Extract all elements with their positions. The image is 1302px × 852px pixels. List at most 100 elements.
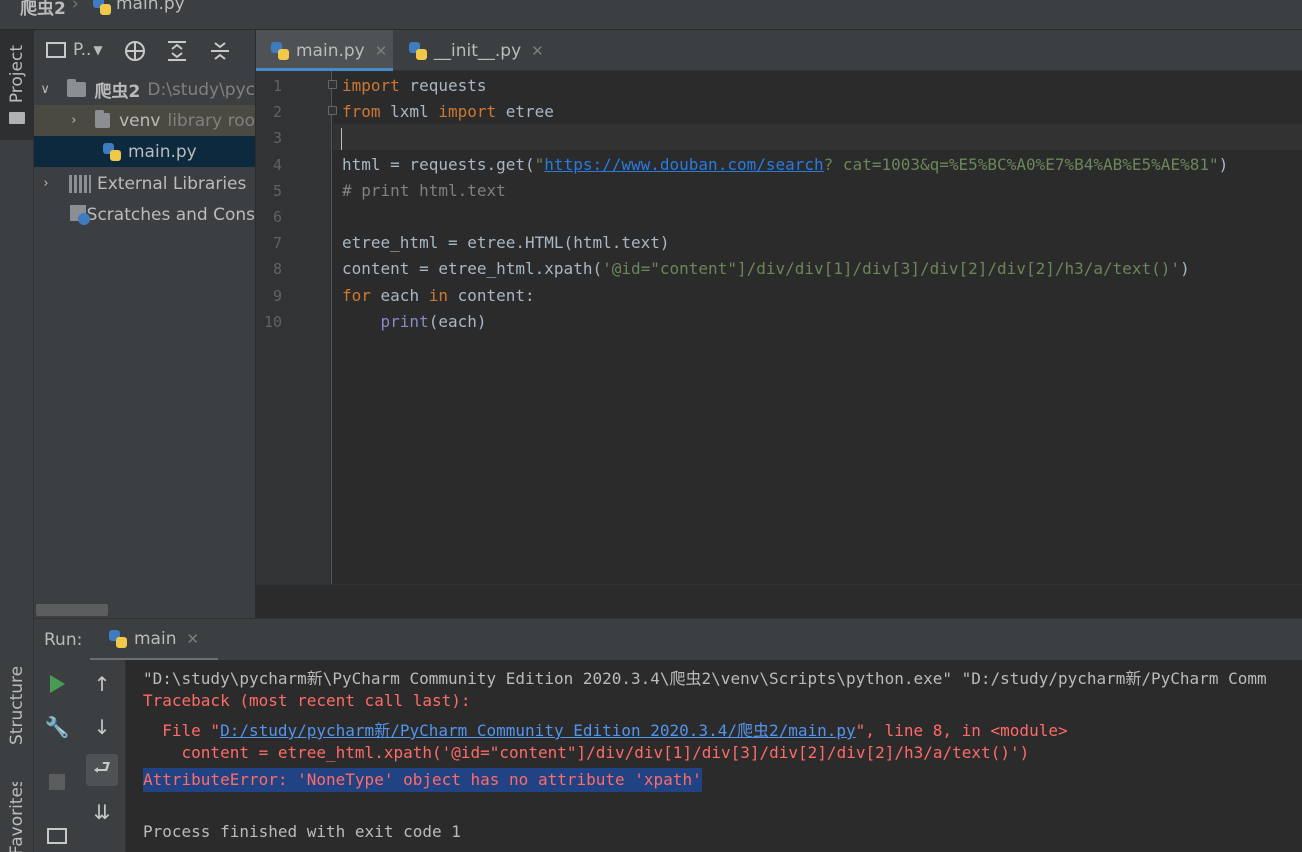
venv-name: venv (119, 110, 161, 131)
line-number: 4 (272, 156, 282, 174)
console-error-line: AttributeError: 'NoneType' object has no… (143, 768, 702, 792)
tree-item-venv[interactable]: › venv library roo (34, 105, 255, 136)
close-icon[interactable]: ✕ (186, 630, 199, 648)
favorites-tool-tab[interactable]: Favorites (0, 782, 34, 852)
stop-button[interactable] (41, 766, 73, 798)
project-view-selector[interactable]: P.. ▼ (46, 40, 103, 60)
project-tool-tab[interactable]: Project (0, 30, 34, 140)
project-toolbar: P.. ▼ (34, 30, 255, 72)
console-finished-line: Process finished with exit code 1 (143, 822, 461, 841)
code-line-5: # print html.text (342, 181, 506, 200)
python-file-icon (270, 41, 290, 61)
console-traceback-line: Traceback (most recent call last): (143, 691, 471, 710)
favorites-tab-label: Favorites (7, 782, 27, 852)
tab-label: main.py (296, 40, 365, 61)
collapse-all-icon (211, 42, 229, 60)
wrench-icon: 🔧 (44, 715, 70, 739)
stop-icon (49, 774, 65, 790)
python-icon (108, 629, 128, 649)
view-icon (46, 42, 66, 58)
rerun-button[interactable] (41, 668, 73, 700)
tab-init-py[interactable]: __init__.py ✕ (394, 30, 546, 71)
scroll-to-end-button[interactable]: ⇊ (86, 796, 118, 828)
code-line-8: content = etree_html.xpath('@id="content… (342, 259, 1190, 278)
run-config-tab[interactable]: main ✕ (90, 619, 218, 661)
python-file-icon (102, 142, 122, 162)
project-folder-icon (9, 112, 25, 124)
settings-button[interactable]: 🔧 (41, 711, 73, 743)
venv-note: library roo (167, 110, 255, 131)
arrow-up-icon: ↑ (93, 672, 111, 696)
folder-icon (94, 110, 111, 128)
run-panel-header: Run: main ✕ (34, 618, 1302, 661)
folder-icon (67, 79, 86, 97)
breadcrumb-file[interactable]: main.py (116, 0, 185, 14)
line-number: 3 (272, 129, 282, 147)
line-number: 2 (272, 103, 282, 121)
breadcrumb-bar: 爬虫2 › main.py (0, 0, 1302, 30)
fold-marker-icon[interactable] (328, 80, 337, 89)
chevron-right-icon: › (71, 113, 77, 128)
project-root-name: 爬虫2 (94, 82, 141, 102)
breadcrumb-project[interactable]: 爬虫2 (20, 0, 66, 19)
close-icon[interactable]: ✕ (375, 42, 388, 60)
collapse-all-button[interactable] (207, 38, 233, 64)
code-line-4: html = requests.get("https://www.douban.… (342, 155, 1229, 174)
project-tab-label: Project (7, 44, 27, 104)
editor-horizontal-scroll-area (256, 584, 1302, 618)
soft-wrap-button[interactable]: ⮐ (86, 754, 118, 786)
scratches-name: Scratches and Cons (86, 204, 255, 225)
fold-marker-icon[interactable] (328, 106, 337, 115)
external-libraries-name: External Libraries (97, 173, 247, 194)
target-icon (125, 41, 145, 61)
scroll-down-button[interactable]: ↓ (86, 711, 118, 743)
tab-label: __init__.py (434, 40, 522, 61)
locate-file-button[interactable] (122, 38, 148, 64)
console-command-line: "D:\study\pycharm新\PyCharm Community Edi… (143, 669, 1267, 688)
run-label: Run: (44, 630, 83, 650)
code-editor[interactable]: 1 2 3 4 5 6 7 8 9 10 import requests fro… (256, 71, 1302, 584)
project-horizontal-scrollbar[interactable] (36, 604, 108, 616)
tab-main-py[interactable]: main.py ✕ (256, 30, 393, 71)
tree-item-project-root[interactable]: ∨ 爬虫2 D:\study\pyc (34, 74, 255, 105)
run-console[interactable]: "D:\study\pycharm新\PyCharm Community Edi… (126, 660, 1302, 852)
tree-item-main-py[interactable]: main.py (34, 136, 255, 167)
close-icon[interactable]: ✕ (531, 42, 544, 60)
project-root-path: D:\study\pyc (147, 79, 255, 100)
console-code-line: content = etree_html.xpath('@id="content… (143, 743, 1030, 762)
run-toolbar: ↑ 🔧 ↓ ⮐ ⇊ (34, 660, 126, 852)
line-number: 9 (272, 287, 282, 305)
code-line-10: print(each) (380, 312, 487, 331)
run-config-name: main (134, 628, 177, 649)
url-link[interactable]: https://www.douban.com/search (544, 155, 823, 174)
play-icon (50, 675, 65, 693)
line-number: 10 (263, 313, 282, 331)
chevron-right-icon: › (43, 176, 49, 191)
structure-tab-label: Structure (7, 665, 27, 745)
structure-tool-tab[interactable]: Structure (0, 650, 34, 760)
python-file-icon (92, 0, 112, 16)
line-number: 6 (272, 208, 282, 226)
tree-item-external-libraries[interactable]: › External Libraries (34, 168, 255, 199)
tree-item-scratches[interactable]: Scratches and Cons (34, 199, 255, 230)
python-file-icon (408, 41, 428, 61)
console-file-link[interactable]: D:/study/pycharm新/PyCharm Community Edit… (220, 721, 856, 740)
expand-all-button[interactable] (164, 38, 190, 64)
line-number: 5 (272, 182, 282, 200)
code-line-1: import requests (342, 76, 487, 95)
arrow-down-icon: ↓ (93, 715, 111, 739)
line-number-gutter: 1 2 3 4 5 6 7 8 9 10 (256, 71, 337, 584)
line-number: 7 (272, 234, 282, 252)
expand-all-icon (168, 41, 186, 61)
project-panel: P.. ▼ ∨ 爬虫2 D:\study\pyc › venv library … (34, 30, 255, 618)
line-number: 1 (272, 77, 282, 95)
line-number: 8 (272, 260, 282, 278)
scroll-up-button[interactable]: ↑ (86, 668, 118, 700)
layout-button[interactable] (41, 820, 73, 852)
layout-icon (47, 828, 67, 844)
main-py-name: main.py (128, 141, 197, 162)
code-line-9: for each in content: (342, 286, 535, 305)
chevron-down-icon: ▼ (93, 43, 103, 57)
soft-wrap-icon: ⮐ (93, 755, 111, 779)
chevron-down-icon: ∨ (40, 82, 50, 97)
